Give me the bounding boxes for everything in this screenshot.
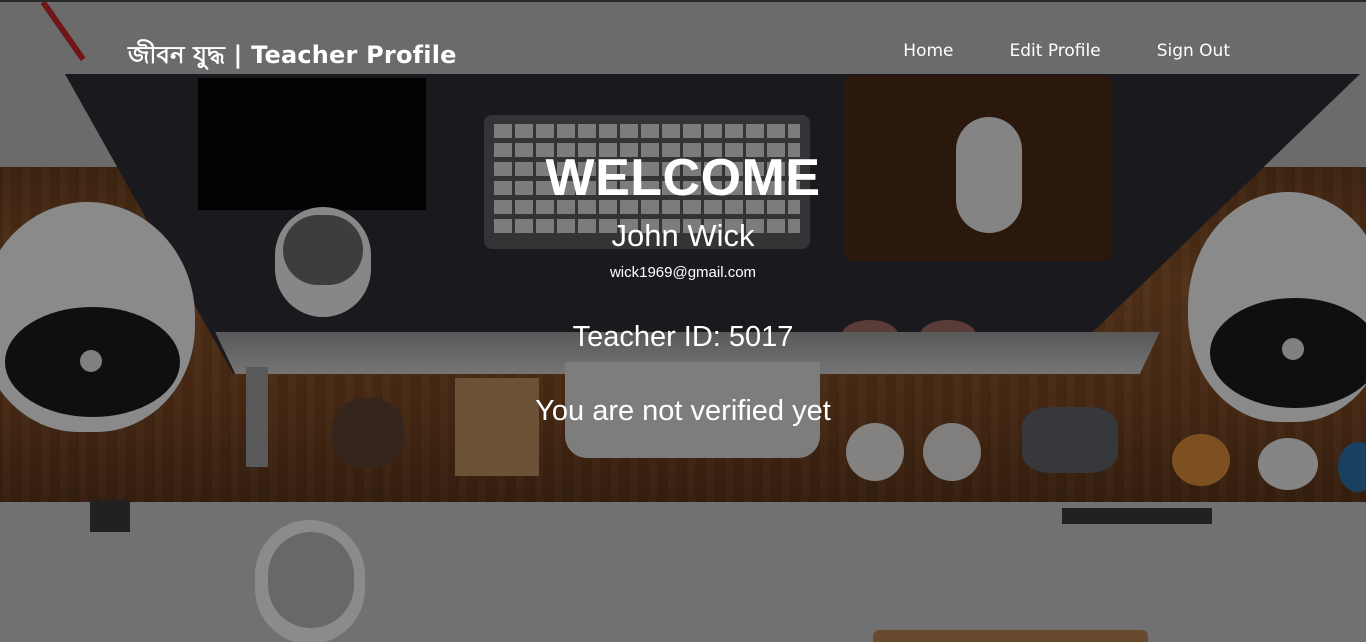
teacher-email: wick1969@gmail.com [609,264,757,281]
teacher-id: Teacher ID: 5017 [572,321,794,353]
nav-sign-out-link[interactable]: Sign Out [1157,41,1230,61]
welcome-heading: WELCOME [545,149,821,207]
nav-edit-profile-link[interactable]: Edit Profile [1010,41,1101,61]
verification-status: You are not verified yet [535,395,831,427]
navbar: জীবন যুদ্ধ | Teacher Profile Home Edit P… [0,2,1366,102]
teacher-name: John Wick [611,218,755,253]
brand-title[interactable]: জীবন যুদ্ধ | Teacher Profile [128,37,457,77]
teacher-profile-page: জীবন যুদ্ধ | Teacher Profile Home Edit P… [0,0,1366,642]
nav-home-link[interactable]: Home [903,41,953,61]
nav-links: Home Edit Profile Sign Out [903,41,1230,61]
